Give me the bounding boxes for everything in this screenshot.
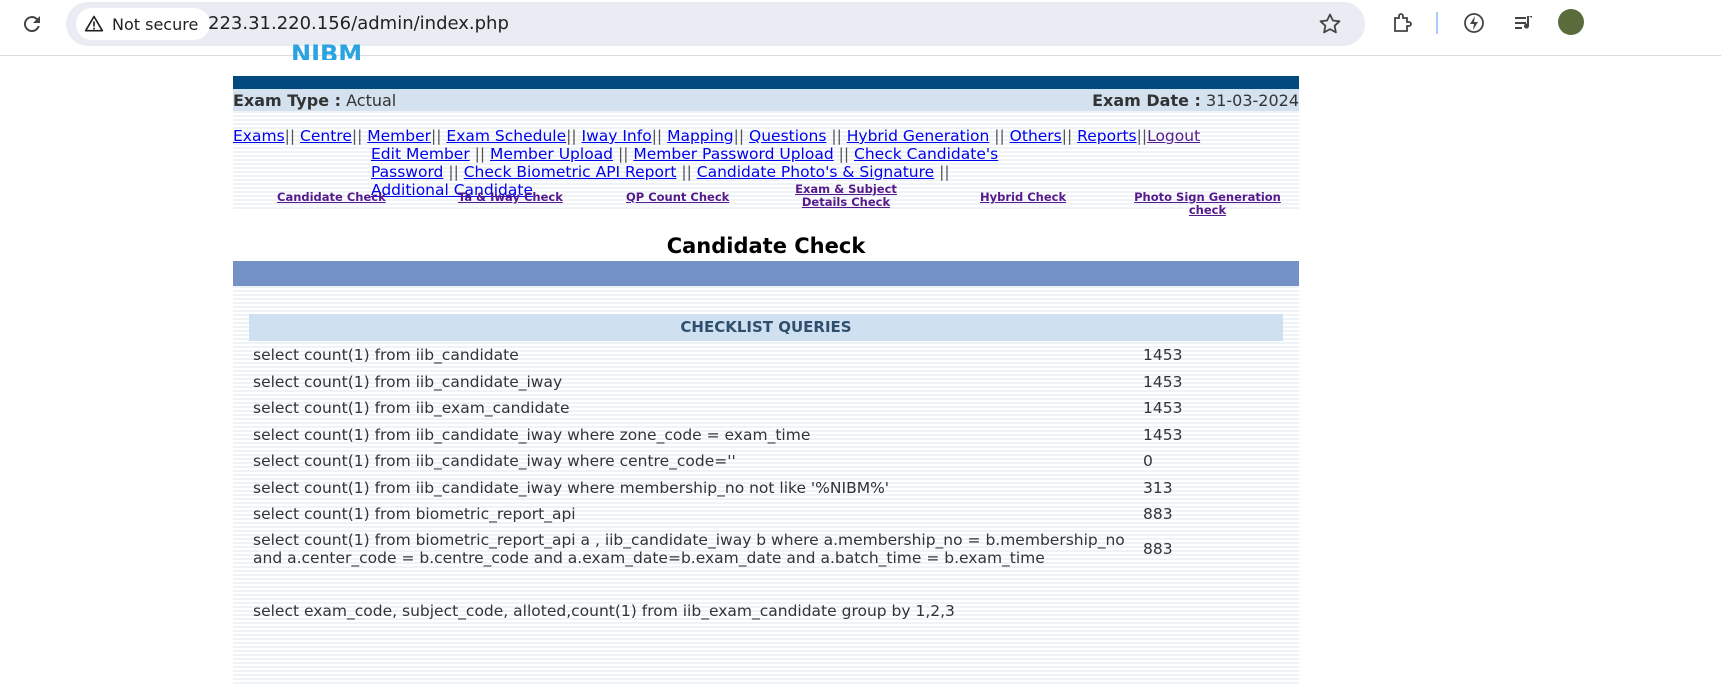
query-row: select count(1) from biometric_report_ap…	[253, 531, 1173, 567]
navigation-area: Exams|| Centre|| Member|| Exam Schedule|…	[233, 111, 1299, 217]
page-title: Candidate Check	[666, 234, 866, 258]
checklist-area: CHECKLIST QUERIES select count(1) from i…	[233, 286, 1299, 686]
query-row: select count(1) from biometric_report_ap…	[253, 505, 1173, 523]
group-query: select exam_code, subject_code, alloted,…	[253, 602, 955, 620]
reload-icon[interactable]	[20, 12, 44, 36]
query-row: select count(1) from iib_candidate_iway …	[253, 426, 1183, 444]
nav-exams[interactable]: Exams	[233, 127, 285, 145]
submenu-edit-member[interactable]: Edit Member	[371, 145, 470, 163]
performance-icon[interactable]	[1462, 11, 1486, 35]
nav-questions[interactable]: Questions	[749, 127, 826, 145]
submenu-check-biometric-api-report[interactable]: Check Biometric API Report	[464, 163, 677, 181]
nav-iway-info[interactable]: Iway Info	[582, 127, 652, 145]
url-text[interactable]: 223.31.220.156/admin/index.php	[208, 13, 509, 34]
query-row: select count(1) from iib_candidate_iway …	[253, 373, 1183, 391]
check-links-row: Candidate Check Ta & Iway Check QP Count…	[233, 183, 1299, 217]
profile-avatar[interactable]	[1558, 9, 1584, 35]
link-ta-iway-check[interactable]: Ta & Iway Check	[458, 191, 563, 204]
header-bar	[233, 76, 1299, 89]
security-label: Not secure	[112, 14, 199, 34]
nav-hybrid-generation[interactable]: Hybrid Generation	[847, 127, 990, 145]
security-chip[interactable]: Not secure	[76, 8, 211, 40]
toolbar-separator	[1436, 12, 1438, 34]
link-hybrid-check[interactable]: Hybrid Check	[980, 191, 1066, 204]
link-photo-sign-generation-check[interactable]: Photo Sign Generation check	[1116, 191, 1299, 217]
submenu-candidate-photo-signature[interactable]: Candidate Photo's & Signature	[697, 163, 934, 181]
extensions-icon[interactable]	[1390, 11, 1414, 35]
main-nav: Exams|| Centre|| Member|| Exam Schedule|…	[233, 127, 1201, 145]
nav-exam-schedule[interactable]: Exam Schedule	[446, 127, 566, 145]
nav-centre[interactable]: Centre	[300, 127, 352, 145]
nav-reports[interactable]: Reports	[1077, 127, 1136, 145]
site-logo: NIBM	[291, 40, 363, 60]
exam-date: Exam Date : 31-03-2024	[1092, 91, 1299, 110]
submenu-member-password-upload[interactable]: Member Password Upload	[633, 145, 833, 163]
query-row: select count(1) from iib_candidate 1453	[253, 346, 1183, 364]
link-qp-count-check[interactable]: QP Count Check	[626, 191, 729, 204]
nav-others[interactable]: Others	[1010, 127, 1062, 145]
exam-info-row: Exam Type : Actual Exam Date : 31-03-202…	[233, 89, 1299, 111]
submenu-member-upload[interactable]: Member Upload	[490, 145, 613, 163]
nav-logout[interactable]: Logout	[1147, 127, 1200, 145]
browser-toolbar: Not secure 223.31.220.156/admin/index.ph…	[0, 0, 1721, 56]
checklist-header: CHECKLIST QUERIES	[249, 314, 1283, 341]
warning-icon	[84, 15, 104, 32]
nav-member[interactable]: Member	[367, 127, 431, 145]
address-bar[interactable]: Not secure 223.31.220.156/admin/index.ph…	[66, 2, 1365, 46]
media-queue-icon[interactable]	[1512, 11, 1536, 35]
link-exam-subject-details-check[interactable]: Exam & Subject Details Check	[773, 183, 919, 209]
query-row: select count(1) from iib_candidate_iway …	[253, 479, 1173, 497]
title-band	[233, 261, 1299, 286]
nav-mapping[interactable]: Mapping	[667, 127, 734, 145]
query-row: select count(1) from iib_exam_candidate …	[253, 399, 1183, 417]
exam-type: Exam Type : Actual	[233, 91, 397, 110]
link-candidate-check[interactable]: Candidate Check	[277, 191, 386, 204]
bookmark-star-icon[interactable]	[1318, 12, 1342, 36]
query-row: select count(1) from iib_candidate_iway …	[253, 452, 1153, 470]
